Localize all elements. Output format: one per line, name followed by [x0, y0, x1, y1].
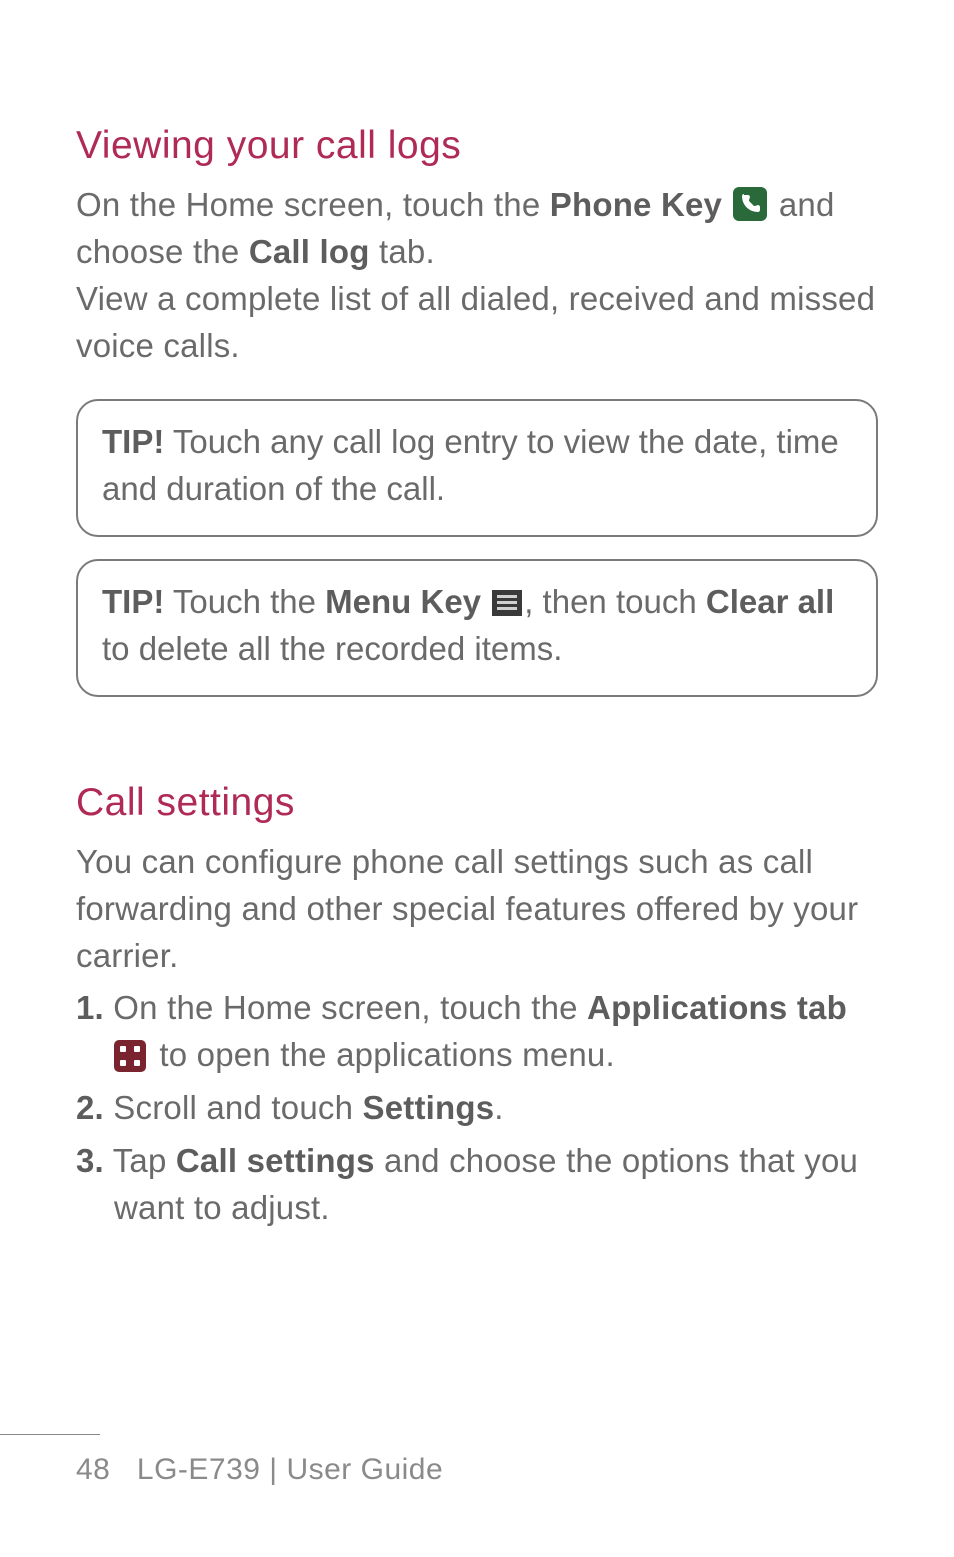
- paragraph-call-settings-intro: You can configure phone call settings su…: [76, 839, 878, 980]
- text-span: Tap: [104, 1142, 176, 1179]
- step-2: 2. Scroll and touch Settings.: [76, 1085, 878, 1132]
- step-number: 3.: [76, 1142, 104, 1179]
- apps-icon: [114, 1040, 146, 1072]
- paragraph-view-complete: View a complete list of all dialed, rece…: [76, 276, 878, 370]
- label-settings: Settings: [363, 1089, 495, 1126]
- text-span: On the Home screen, touch the: [104, 989, 587, 1026]
- phone-icon: [733, 187, 767, 221]
- text-span: to delete all the recorded items.: [102, 630, 562, 667]
- tip-box-2: TIP! Touch the Menu Key , then touch Cle…: [76, 559, 878, 697]
- step-3: 3. Tap Call settings and choose the opti…: [76, 1138, 878, 1232]
- section-heading-call-logs: Viewing your call logs: [76, 124, 878, 168]
- tip-label: TIP!: [102, 583, 164, 620]
- text-span: On the Home screen, touch the: [76, 186, 550, 223]
- tip-text: Touch any call log entry to view the dat…: [102, 423, 839, 507]
- label-call-settings-step: Call settings: [176, 1142, 375, 1179]
- footer-rule: [0, 1434, 100, 1435]
- text-span: Touch the: [164, 583, 325, 620]
- page-footer: 48 LG-E739 | User Guide: [76, 1453, 443, 1487]
- text-span: tab.: [370, 233, 435, 270]
- step-number: 2.: [76, 1089, 104, 1126]
- tip-box-1: TIP! Touch any call log entry to view th…: [76, 399, 878, 537]
- paragraph-call-logs-intro: On the Home screen, touch the Phone Key …: [76, 182, 878, 276]
- label-menu-key: Menu Key: [325, 583, 481, 620]
- doc-title: User Guide: [286, 1453, 443, 1486]
- model-number: LG-E739: [137, 1453, 261, 1486]
- label-call-log: Call log: [249, 233, 370, 270]
- tip-label: TIP!: [102, 423, 164, 460]
- label-applications-tab: Applications tab: [587, 989, 847, 1026]
- text-span: .: [494, 1089, 503, 1126]
- section-heading-call-settings: Call settings: [76, 781, 878, 825]
- footer-divider: |: [260, 1453, 286, 1486]
- menu-icon: [492, 590, 522, 616]
- text-span: Scroll and touch: [104, 1089, 363, 1126]
- page-number: 48: [76, 1453, 110, 1486]
- text-span: , then touch: [524, 583, 706, 620]
- label-clear-all: Clear all: [706, 583, 834, 620]
- step-number: 1.: [76, 989, 104, 1026]
- text-span: to open the applications menu.: [150, 1036, 615, 1073]
- label-phone-key: Phone Key: [550, 186, 722, 223]
- step-1: 1. On the Home screen, touch the Applica…: [76, 985, 878, 1079]
